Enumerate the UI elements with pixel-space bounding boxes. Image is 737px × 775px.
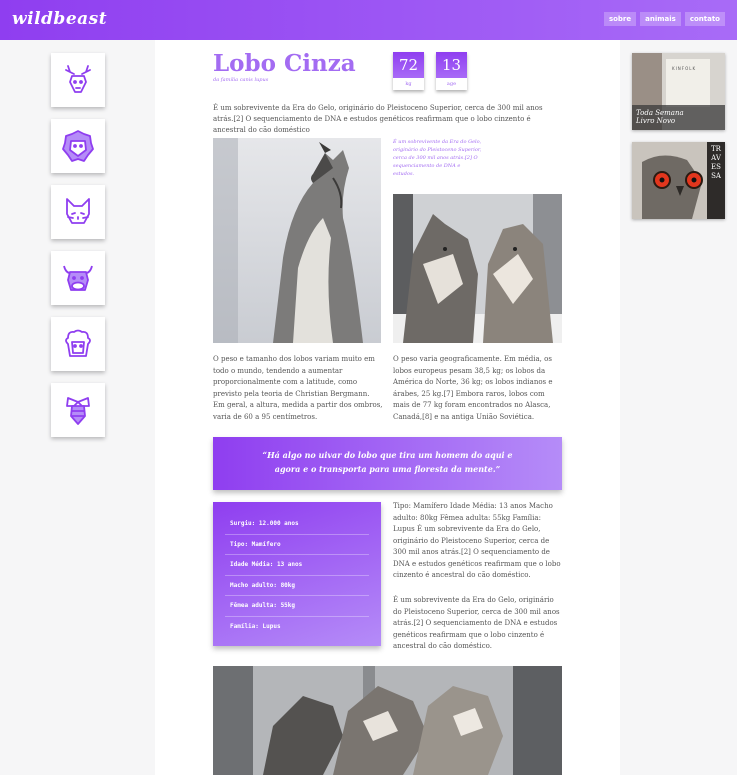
weight-stat: 72 kg — [393, 52, 424, 90]
intro-paragraph: É um sobrevivente da Era do Gelo, origin… — [213, 104, 543, 134]
ad-owl-vertical-text: TRAVESSA — [711, 145, 721, 180]
sidebar-item-lion[interactable] — [51, 119, 105, 173]
paragraph-size: O peso e tamanho dos lobos variam muito … — [213, 355, 383, 421]
sidebar-item-bull[interactable] — [51, 251, 105, 305]
top-header: wildbeast sobre animais contato — [0, 0, 737, 40]
sheep-icon — [65, 329, 91, 357]
bull-icon — [63, 265, 93, 291]
facts-paragraph-2: É um sobrevivente da Era do Gelo, origin… — [393, 596, 560, 650]
fact-item: Surgiu: 12.000 anos — [225, 514, 369, 535]
nav-contato[interactable]: contato — [684, 12, 725, 26]
nav-animais[interactable]: animais — [640, 12, 681, 26]
quote-line-2: agora e o transporta para uma floresta d… — [274, 464, 501, 474]
sidebar-item-sheep[interactable] — [51, 317, 105, 371]
main-nav: sobre animais contato — [603, 12, 725, 26]
sidebar-item-deer[interactable] — [51, 53, 105, 107]
lion-icon — [62, 130, 94, 162]
weight-value: 72 — [393, 52, 424, 78]
sidebar-item-cat[interactable] — [51, 185, 105, 239]
deer-icon — [65, 65, 91, 93]
ad-owl-travessa[interactable]: TRAVESSA — [632, 142, 725, 219]
quote-banner: “Há algo no uivar do lobo que tira um ho… — [213, 437, 562, 490]
howling-wolf-photo — [213, 138, 381, 343]
page-title: Lobo Cinza — [213, 50, 356, 77]
sidebar-item-bee[interactable] — [51, 383, 105, 437]
cat-icon — [66, 198, 90, 224]
ad-book-brand: KINFOLK — [672, 66, 697, 71]
page-subtitle: da família canis lupus — [213, 77, 269, 83]
quote-line-1: “Há algo no uivar do lobo que tira um ho… — [262, 450, 513, 460]
wolves-pack-photo — [213, 666, 562, 775]
fact-item: Tipo: Mamífero — [225, 535, 369, 555]
side-note: É um sobrevivente da Era do Gelo, origin… — [393, 139, 482, 177]
site-logo[interactable]: wildbeast — [12, 9, 107, 29]
age-value: 13 — [436, 52, 467, 78]
two-wolves-photo — [393, 194, 562, 343]
paragraph-weight: O peso varia geograficamente. Em média, … — [393, 355, 553, 421]
ad-book-weekly[interactable]: KINFOLK Toda Semana Livro Novo — [632, 53, 725, 130]
ad-book-caption: Toda Semana Livro Novo — [636, 109, 684, 125]
bee-icon — [66, 397, 90, 425]
ad-caption-line-2: Livro Novo — [636, 117, 676, 125]
fact-item: Macho adulto: 80kg — [225, 576, 369, 596]
age-unit: age — [446, 81, 457, 87]
weight-unit: kg — [405, 81, 412, 87]
fact-item: Família: Lupus — [230, 622, 281, 630]
fact-item: Idade Média: 13 anos — [225, 555, 369, 576]
facts-card: Surgiu: 12.000 anos Tipo: Mamífero Idade… — [213, 502, 381, 646]
fact-item: Fêmea adulta: 55kg — [225, 596, 369, 617]
nav-sobre[interactable]: sobre — [603, 12, 637, 26]
age-stat: 13 age — [436, 52, 467, 90]
ad-caption-line-1: Toda Semana — [636, 109, 684, 117]
facts-paragraph-1: Tipo: Mamífero Idade Média: 13 anos Mach… — [393, 502, 561, 579]
